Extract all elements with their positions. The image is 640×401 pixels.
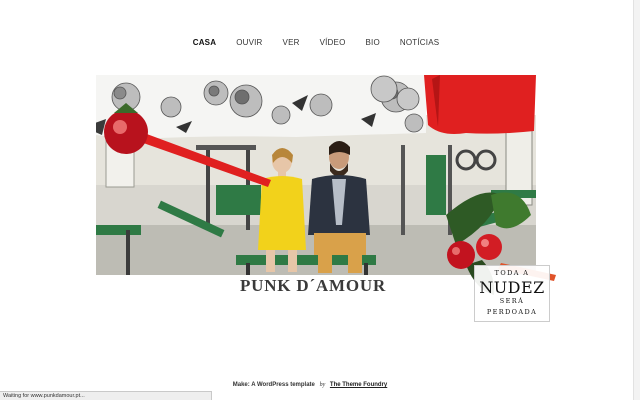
vertical-scrollbar[interactable] (633, 0, 640, 400)
nav-item-ouvir[interactable]: OUVIR (236, 38, 262, 47)
nav-item-ver[interactable]: VER (283, 38, 300, 47)
nav-item-bio[interactable]: BIO (366, 38, 380, 47)
hero-banner: TODA A NUDEZ SERÁ PERDOADA (96, 75, 556, 322)
nav-item-noticias[interactable]: NOTÍCIAS (400, 38, 439, 47)
browser-status-bar: Waiting for www.punkdamour.pt... (0, 391, 212, 400)
nav-item-video[interactable]: VÍDEO (320, 38, 346, 47)
footer: Make: A WordPress template by The Theme … (0, 382, 620, 388)
site-title[interactable]: PUNK D´AMOUR (0, 276, 626, 296)
main-navigation: CASA OUVIR VER VÍDEO BIO NOTÍCIAS (0, 38, 632, 47)
nav-item-casa[interactable]: CASA (193, 38, 216, 47)
status-text: Waiting for www.punkdamour.pt... (3, 393, 85, 399)
footer-credit: Make: A WordPress template (232, 382, 315, 388)
footer-by: by (319, 382, 326, 388)
footer-theme-link[interactable]: The Theme Foundry (330, 382, 387, 388)
quote-line-3: SERÁ PERDOADA (486, 297, 538, 316)
